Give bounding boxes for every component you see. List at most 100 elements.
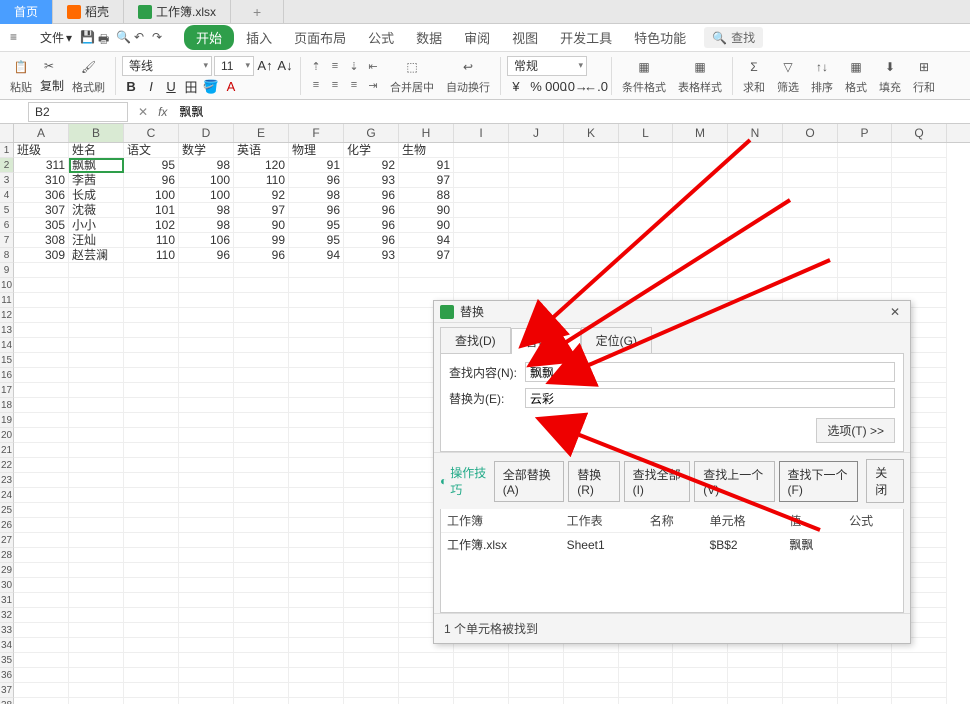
cell[interactable]	[728, 188, 783, 203]
underline-button[interactable]: U	[162, 78, 180, 96]
cell[interactable]: 英语	[234, 143, 289, 158]
col-header[interactable]: O	[783, 124, 838, 142]
format-button[interactable]: ▦格式	[841, 56, 871, 95]
cell[interactable]	[344, 668, 399, 683]
cell[interactable]	[509, 248, 564, 263]
cell[interactable]	[344, 638, 399, 653]
cell[interactable]	[509, 653, 564, 668]
cell[interactable]	[454, 218, 509, 233]
cell[interactable]	[289, 548, 344, 563]
cell[interactable]	[783, 158, 838, 173]
cell[interactable]: 306	[14, 188, 69, 203]
cell[interactable]	[454, 158, 509, 173]
ribbon-tab-layout[interactable]: 页面布局	[284, 24, 356, 51]
cell[interactable]	[69, 578, 124, 593]
cell[interactable]	[234, 638, 289, 653]
cell[interactable]: 94	[289, 248, 344, 263]
cell[interactable]	[124, 623, 179, 638]
cell[interactable]	[838, 698, 892, 704]
cell[interactable]	[728, 263, 783, 278]
cell[interactable]: 93	[344, 173, 399, 188]
cell[interactable]	[783, 683, 838, 698]
cell[interactable]	[234, 308, 289, 323]
cell[interactable]	[179, 563, 234, 578]
cell[interactable]	[728, 233, 783, 248]
format-painter[interactable]: 🖌格式刷	[68, 56, 109, 95]
cell[interactable]	[124, 383, 179, 398]
cell[interactable]	[838, 233, 892, 248]
cell[interactable]	[673, 188, 728, 203]
file-menu[interactable]: 文件▾	[34, 27, 78, 48]
cell[interactable]	[289, 563, 344, 578]
cell[interactable]	[14, 383, 69, 398]
cell[interactable]	[564, 278, 619, 293]
cell[interactable]	[234, 578, 289, 593]
cell[interactable]: 93	[344, 248, 399, 263]
cell[interactable]	[509, 173, 564, 188]
cell[interactable]	[14, 443, 69, 458]
cell[interactable]	[14, 608, 69, 623]
cell[interactable]	[673, 143, 728, 158]
cell[interactable]	[509, 188, 564, 203]
cell[interactable]	[179, 668, 234, 683]
cell[interactable]	[344, 323, 399, 338]
cell[interactable]	[289, 638, 344, 653]
cell[interactable]	[892, 188, 947, 203]
cell[interactable]	[179, 443, 234, 458]
cell[interactable]	[124, 488, 179, 503]
cell[interactable]: 96	[124, 173, 179, 188]
cell[interactable]	[69, 353, 124, 368]
cell[interactable]: 91	[399, 158, 454, 173]
cell[interactable]	[289, 398, 344, 413]
row-header[interactable]: 19	[0, 413, 14, 428]
cell[interactable]	[838, 143, 892, 158]
replace-input[interactable]	[525, 388, 895, 408]
cell[interactable]	[124, 653, 179, 668]
cell[interactable]	[69, 548, 124, 563]
cell[interactable]: 98	[289, 188, 344, 203]
cell[interactable]	[69, 428, 124, 443]
cell[interactable]	[14, 533, 69, 548]
cell[interactable]	[289, 668, 344, 683]
cell[interactable]	[783, 203, 838, 218]
comma-button[interactable]: 000	[547, 78, 565, 96]
cell[interactable]	[838, 668, 892, 683]
cell[interactable]	[124, 533, 179, 548]
cell[interactable]	[728, 248, 783, 263]
cell[interactable]	[344, 278, 399, 293]
cell[interactable]	[69, 398, 124, 413]
dialog-tab-find[interactable]: 查找(D)	[440, 327, 511, 353]
cell[interactable]	[124, 413, 179, 428]
cell[interactable]	[179, 368, 234, 383]
cell[interactable]	[179, 503, 234, 518]
cell[interactable]	[783, 263, 838, 278]
font-shrink-button[interactable]: A↓	[276, 57, 294, 75]
cell[interactable]	[454, 698, 509, 704]
app-menu[interactable]: ≡	[4, 28, 32, 48]
row-header[interactable]: 26	[0, 518, 14, 533]
cell[interactable]: 95	[289, 218, 344, 233]
cell[interactable]	[179, 548, 234, 563]
cell[interactable]	[783, 233, 838, 248]
cell[interactable]: 98	[179, 158, 234, 173]
cell[interactable]: 生物	[399, 143, 454, 158]
col-header[interactable]: B	[69, 124, 124, 142]
cell[interactable]	[289, 368, 344, 383]
cell[interactable]	[838, 248, 892, 263]
cell[interactable]	[14, 458, 69, 473]
cell[interactable]	[234, 263, 289, 278]
cell[interactable]	[234, 473, 289, 488]
cell[interactable]	[838, 653, 892, 668]
cell[interactable]	[838, 218, 892, 233]
cell[interactable]	[399, 263, 454, 278]
col-header[interactable]: D	[179, 124, 234, 142]
cell[interactable]: 98	[179, 203, 234, 218]
ribbon-tab-start[interactable]: 开始	[184, 25, 234, 50]
cell[interactable]	[399, 668, 454, 683]
options-button[interactable]: 选项(T) >>	[816, 418, 895, 443]
cell[interactable]: 309	[14, 248, 69, 263]
cell[interactable]	[124, 698, 179, 704]
cell[interactable]	[179, 323, 234, 338]
cell[interactable]	[14, 323, 69, 338]
cell[interactable]	[838, 173, 892, 188]
